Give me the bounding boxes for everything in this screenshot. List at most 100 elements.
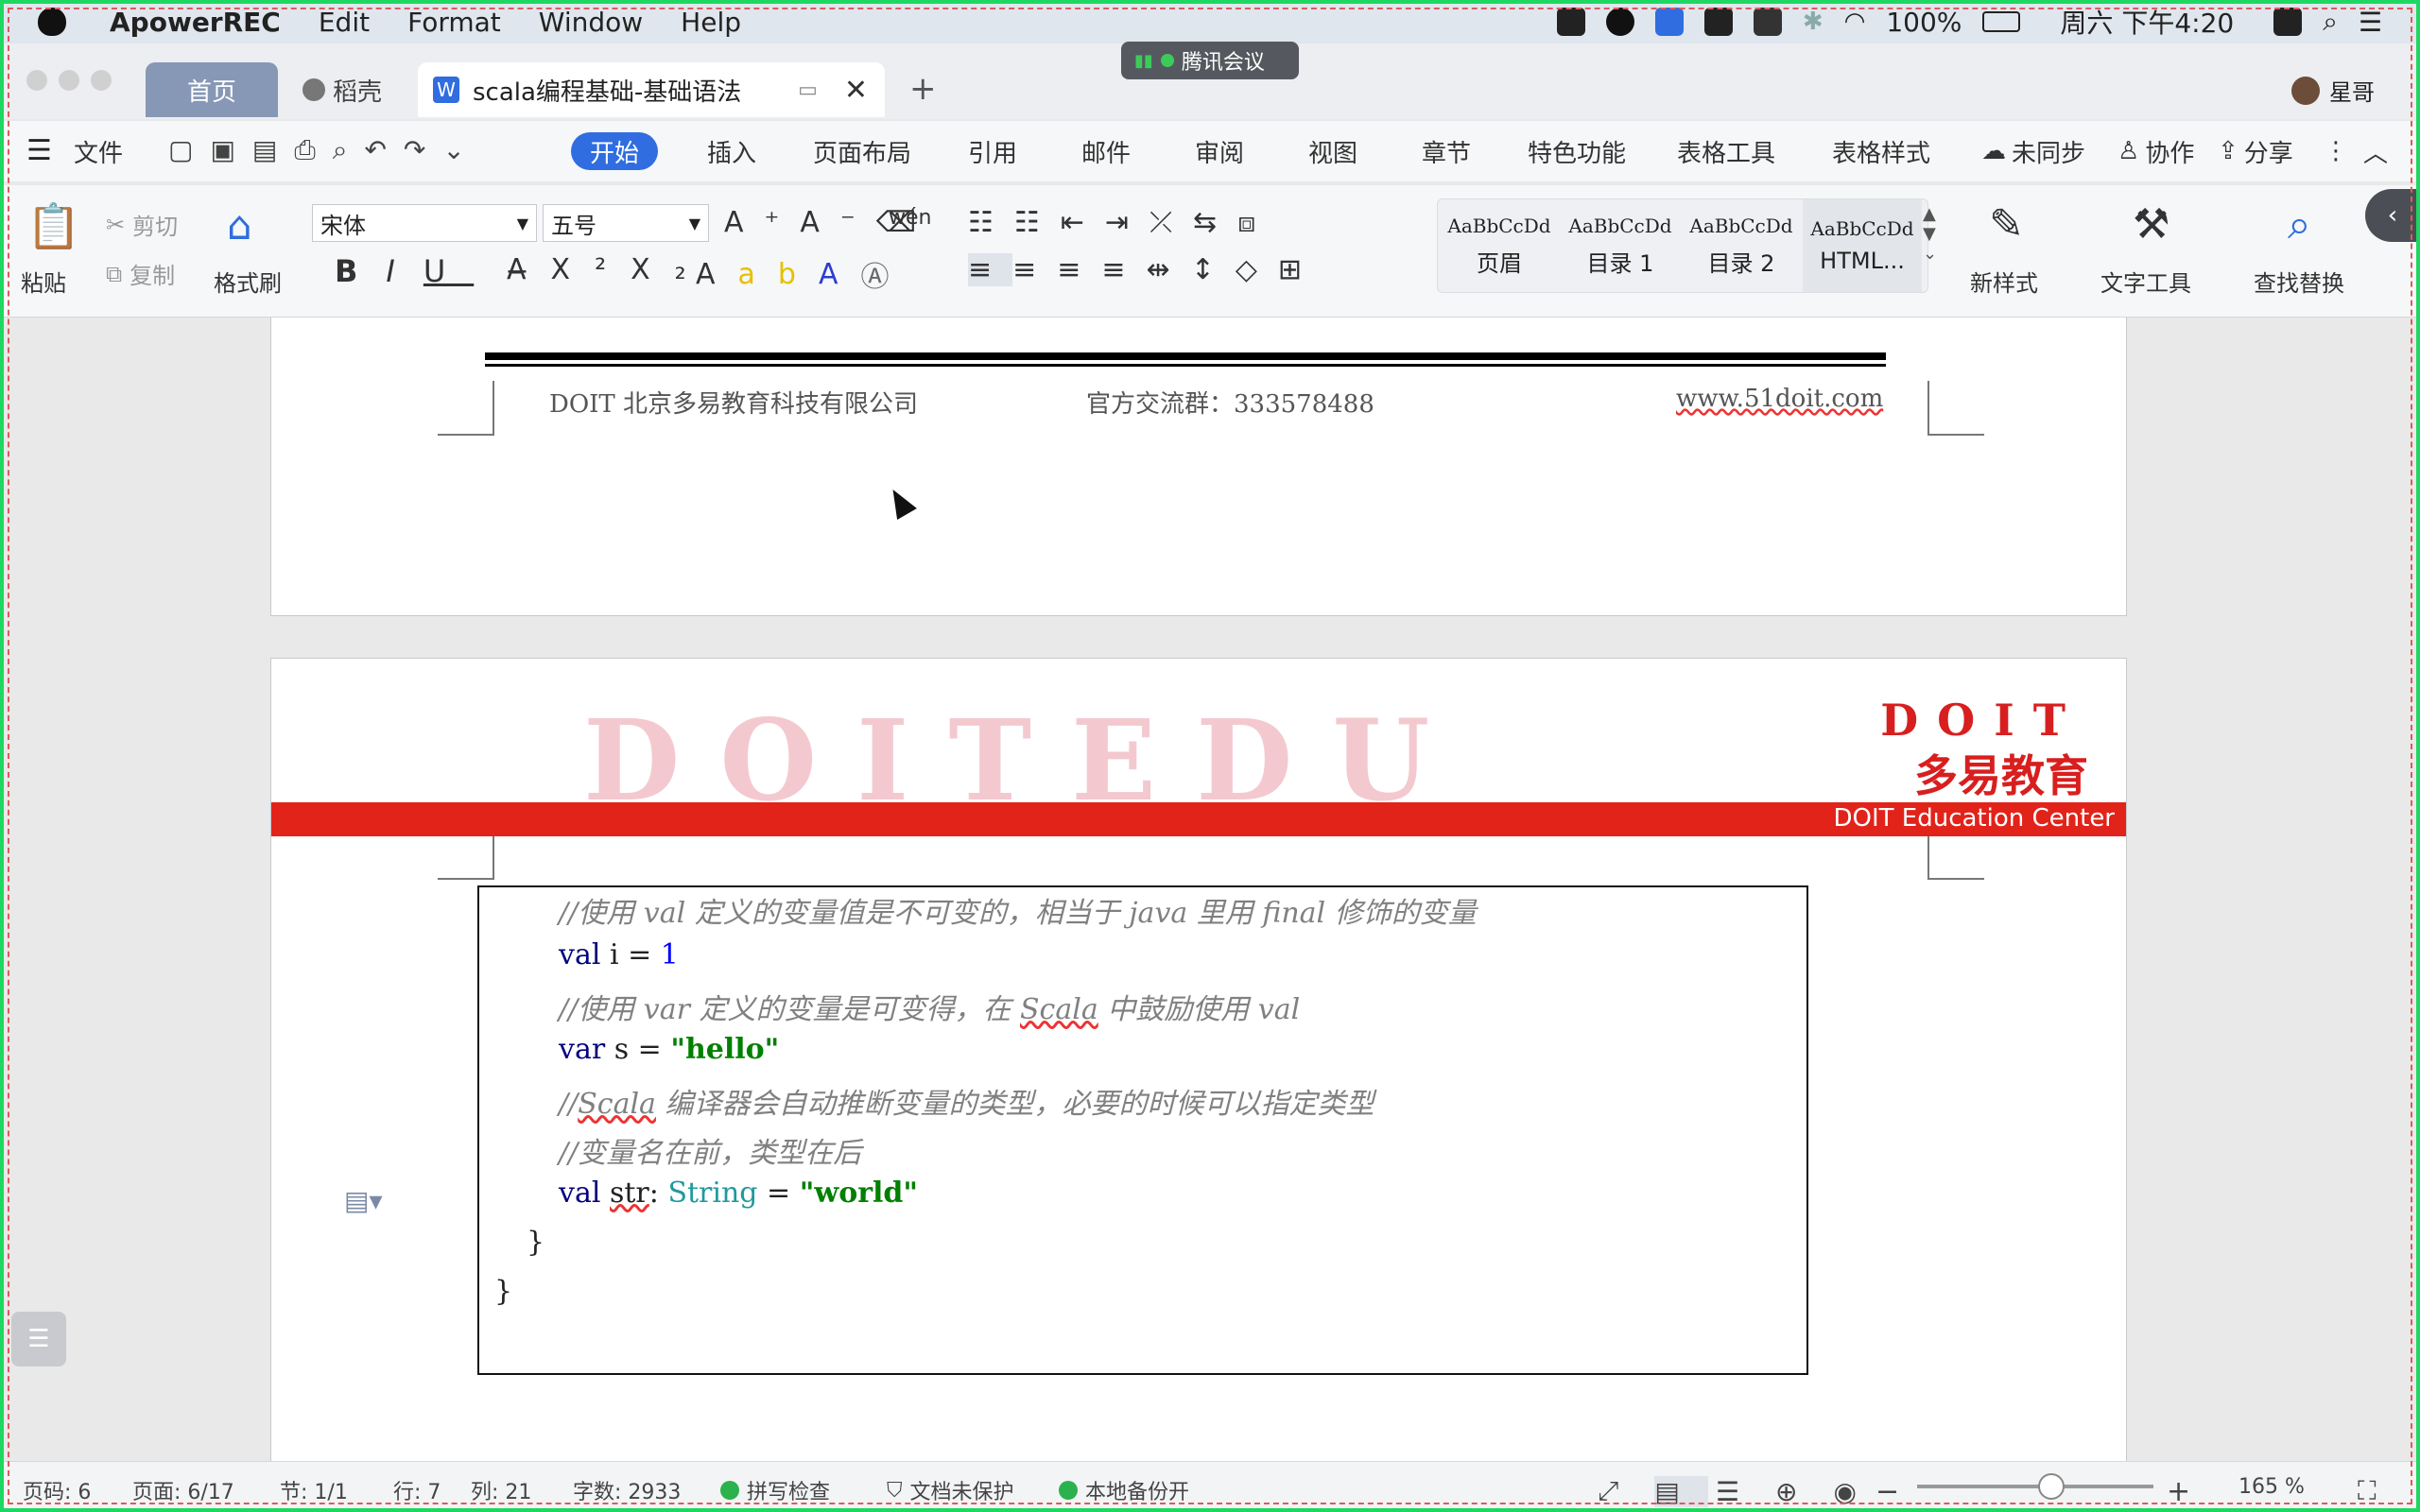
- find-replace-button[interactable]: 查找替换: [2254, 265, 2344, 298]
- text-tools-button[interactable]: 文字工具: [2100, 265, 2191, 298]
- wifi-icon[interactable]: ◠: [1844, 8, 1866, 36]
- qq-tray-icon[interactable]: [1605, 8, 1634, 36]
- tab-start[interactable]: 开始: [571, 132, 659, 170]
- new-style-icon[interactable]: ✎: [1989, 200, 2024, 249]
- sogou-tray-icon[interactable]: [2273, 8, 2303, 36]
- zoom-slider-thumb[interactable]: [2038, 1473, 2065, 1500]
- ribbon-collapse-icon[interactable]: ︿: [2363, 132, 2388, 170]
- fit-page-icon[interactable]: ⛶: [2358, 1475, 2377, 1507]
- window-minimize-dot[interactable]: [59, 70, 79, 91]
- align-left-icon[interactable]: ≡: [968, 253, 1013, 286]
- navigation-pane-toggle[interactable]: ☰: [11, 1312, 66, 1366]
- tab-home[interactable]: 首页: [146, 62, 278, 117]
- menu-edit[interactable]: Edit: [319, 7, 370, 38]
- status-col[interactable]: 列: 21: [471, 1475, 531, 1505]
- new-tab-icon[interactable]: +: [909, 70, 937, 108]
- new-style-button[interactable]: 新样式: [1970, 265, 2038, 298]
- document-protect-toggle[interactable]: ⛉ 文档未保护: [887, 1475, 1014, 1505]
- status-section[interactable]: 节: 1/1: [280, 1475, 348, 1505]
- spell-check-toggle[interactable]: 拼写检查: [720, 1475, 830, 1505]
- tab-insert[interactable]: 插入: [707, 132, 756, 170]
- menu-window[interactable]: Window: [539, 7, 643, 38]
- quick-access-icons[interactable]: ▢▣▤⎙⌕↶↷⌄: [168, 134, 482, 166]
- style-gallery-scroll[interactable]: ▲ ▼ ⌄: [1923, 204, 1937, 264]
- apple-logo-icon[interactable]: [38, 8, 66, 36]
- side-panel-collapse[interactable]: ‹: [2365, 189, 2420, 242]
- tab-review[interactable]: 审阅: [1195, 132, 1244, 170]
- window-zoom-dot[interactable]: [91, 70, 112, 91]
- status-pages[interactable]: 页面: 6/17: [132, 1475, 234, 1505]
- menu-help[interactable]: Help: [681, 7, 741, 38]
- style-html[interactable]: AaBbCcDd HTML...: [1803, 199, 1922, 292]
- tab-chapter[interactable]: 章节: [1422, 132, 1471, 170]
- file-menu[interactable]: 文件: [74, 132, 123, 170]
- paste-button[interactable]: 粘贴: [21, 265, 66, 298]
- sync-status[interactable]: ☁ 未同步: [1981, 132, 2085, 170]
- code-block[interactable]: //使用 val 定义的变量值是不可变的，相当于 java 里用 final 修…: [477, 885, 1808, 1375]
- zoom-out-icon[interactable]: −: [1876, 1475, 1899, 1508]
- font-color-icon[interactable]: A: [819, 258, 861, 291]
- notification-center-icon[interactable]: ☰: [2359, 7, 2382, 38]
- tab-daoke[interactable]: 稻壳: [285, 62, 399, 117]
- paragraph-tools-icon[interactable]: ▤▾: [344, 1185, 383, 1216]
- user-account[interactable]: 星哥: [2291, 74, 2375, 107]
- text-format-buttons[interactable]: BIU: [335, 253, 474, 289]
- zoom-in-icon[interactable]: +: [2167, 1475, 2190, 1508]
- char-shading-icon[interactable]: Ⓐ: [861, 253, 912, 295]
- cut-button[interactable]: ✂ 剪切: [106, 208, 178, 241]
- tab-view[interactable]: 视图: [1308, 132, 1357, 170]
- footer-url[interactable]: www.51doit.com: [1676, 385, 1883, 413]
- search-icon[interactable]: ⌕: [2288, 200, 2311, 249]
- paste-icon[interactable]: 📋: [26, 200, 80, 252]
- list-buttons[interactable]: ☷☷⇤⇥⤫⇆⧈: [968, 206, 1276, 239]
- highlight-icon[interactable]: ab: [738, 258, 819, 291]
- format-painter-icon[interactable]: ⌂: [227, 202, 252, 249]
- web-view-icon[interactable]: ⊕: [1775, 1476, 1825, 1507]
- page-view-icon[interactable]: ▤: [1654, 1475, 1708, 1507]
- text-effect-buttons[interactable]: A̶X²X₂: [507, 253, 711, 286]
- outline-view-icon[interactable]: ☰: [1716, 1476, 1768, 1507]
- bluetooth-icon[interactable]: ✱: [1803, 8, 1824, 36]
- style-toc2[interactable]: AaBbCcDd 目录 2: [1682, 199, 1801, 292]
- tab-reference[interactable]: 引用: [968, 132, 1017, 170]
- hamburger-menu-icon[interactable]: ☰: [26, 134, 52, 167]
- more-options-icon[interactable]: ⋮: [2324, 132, 2348, 170]
- local-backup-toggle[interactable]: 本地备份开: [1059, 1475, 1189, 1505]
- highlight-color-buttons[interactable]: Aab A Ⓐ: [696, 253, 912, 295]
- status-row[interactable]: 行: 7: [393, 1475, 441, 1505]
- window-close-dot[interactable]: [26, 70, 47, 91]
- format-painter-button[interactable]: 格式刷: [214, 265, 282, 298]
- document-canvas[interactable]: DOIT 北京多易教育科技有限公司 官方交流群：333578488 www.51…: [0, 318, 2420, 1461]
- tab-close-icon[interactable]: ✕: [844, 74, 868, 107]
- style-toc1[interactable]: AaBbCcDd 目录 1: [1561, 199, 1680, 292]
- status-page-code[interactable]: 页码: 6: [23, 1475, 91, 1505]
- view-mode-buttons[interactable]: ⤢ ▤ ☰ ⊕ ◉: [1598, 1475, 1885, 1507]
- app-menu[interactable]: ApowerREC: [110, 7, 281, 38]
- clock[interactable]: 周六 下午4:20: [2060, 3, 2234, 41]
- style-header[interactable]: AaBbCcDd 页眉: [1440, 199, 1559, 292]
- menu-format[interactable]: Format: [407, 7, 501, 38]
- input-method-icon[interactable]: [1703, 8, 1733, 36]
- cat-tray-icon[interactable]: [1753, 8, 1782, 36]
- tab-special[interactable]: 特色功能: [1528, 132, 1626, 170]
- phonetic-guide-icon[interactable]: wén: [889, 206, 931, 230]
- status-word-count[interactable]: 字数: 2933: [573, 1475, 681, 1505]
- tab-page-layout[interactable]: 页面布局: [813, 132, 911, 170]
- zoom-level[interactable]: 165 %: [2238, 1475, 2305, 1499]
- wrench-icon[interactable]: ⚒: [2133, 200, 2169, 249]
- tab-table-style[interactable]: 表格样式: [1832, 132, 1930, 170]
- wps-tray-icon[interactable]: [1556, 8, 1585, 36]
- collab-button[interactable]: ♙ 协作: [2118, 132, 2194, 170]
- spotlight-search-icon[interactable]: ⌕: [2323, 6, 2338, 38]
- tab-document[interactable]: W scala编程基础-基础语法 ▭ ✕: [418, 62, 885, 117]
- fullscreen-icon[interactable]: ⤢: [1598, 1475, 1647, 1507]
- copy-button[interactable]: ⧉ 复制: [106, 257, 175, 290]
- window-float-icon[interactable]: ▭: [798, 78, 818, 102]
- font-size-select[interactable]: 五号 ▼: [543, 204, 709, 242]
- battery-icon[interactable]: [1982, 11, 2021, 32]
- tab-table-tools[interactable]: 表格工具: [1677, 132, 1775, 170]
- text-effect-icon[interactable]: A: [696, 258, 738, 291]
- tab-mail[interactable]: 邮件: [1081, 132, 1131, 170]
- font-name-select[interactable]: 宋体 ▼: [312, 204, 537, 242]
- share-button[interactable]: ⇪ 分享: [2218, 132, 2293, 170]
